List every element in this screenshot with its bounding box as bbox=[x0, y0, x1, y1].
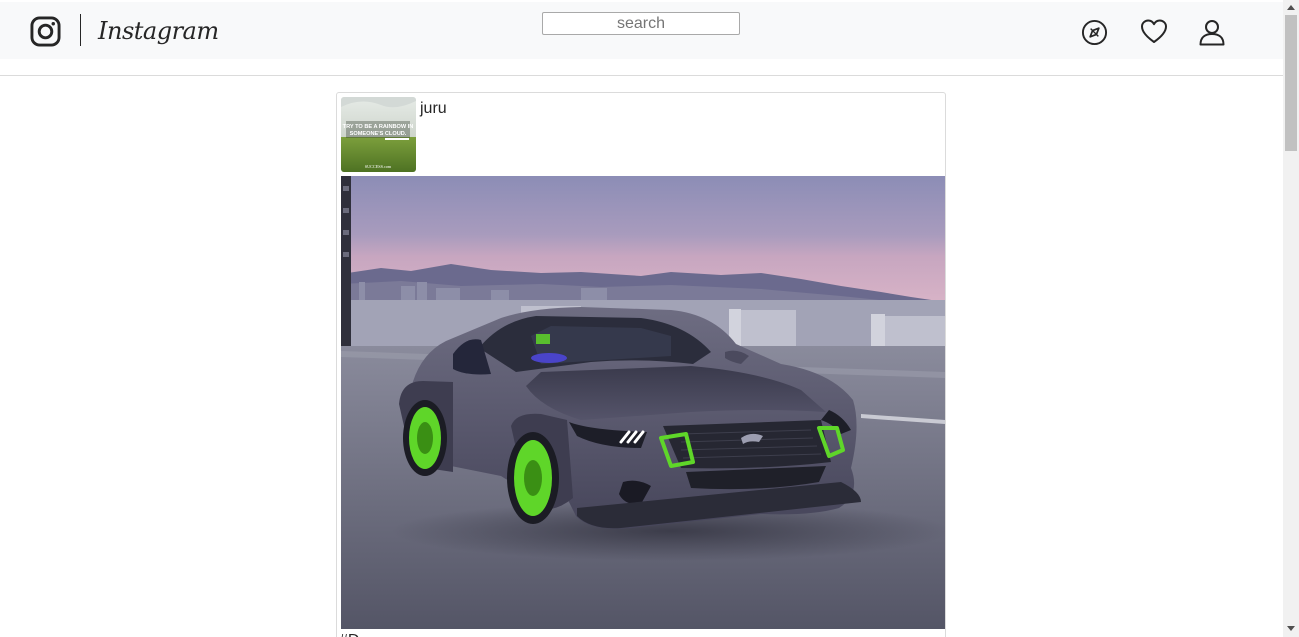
avatar-footer-text: SUCCESS.com bbox=[365, 164, 392, 169]
instagram-glyph-icon[interactable] bbox=[30, 16, 61, 47]
post-caption: #D bbox=[339, 631, 359, 637]
avatar[interactable]: TRY TO BE A RAINBOW IN SOMEONE'S CLOUD. … bbox=[341, 97, 416, 172]
post-image bbox=[341, 176, 945, 629]
post-card: TRY TO BE A RAINBOW IN SOMEONE'S CLOUD. … bbox=[336, 92, 946, 637]
search-input[interactable] bbox=[542, 12, 740, 35]
heart-icon[interactable] bbox=[1140, 18, 1168, 46]
header-divider bbox=[0, 75, 1283, 76]
logo-divider bbox=[80, 14, 81, 46]
avatar-quote-line2: SOMEONE'S CLOUD. bbox=[350, 131, 407, 137]
user-profile-icon[interactable] bbox=[1198, 18, 1226, 46]
page: Instagram search TRY TO BE A RAINBOW IN … bbox=[0, 0, 1299, 637]
vertical-scrollbar[interactable] bbox=[1283, 0, 1299, 637]
scroll-down-arrow-icon[interactable] bbox=[1287, 626, 1295, 631]
instagram-wordmark[interactable]: Instagram bbox=[98, 14, 219, 48]
top-navbar: Instagram bbox=[0, 2, 1283, 59]
post-username[interactable]: juru bbox=[420, 99, 447, 119]
avatar-quote-line1: TRY TO BE A RAINBOW IN bbox=[343, 124, 414, 130]
scrollbar-thumb[interactable] bbox=[1285, 15, 1297, 151]
explore-compass-icon[interactable] bbox=[1081, 19, 1108, 46]
scroll-up-arrow-icon[interactable] bbox=[1287, 5, 1295, 10]
